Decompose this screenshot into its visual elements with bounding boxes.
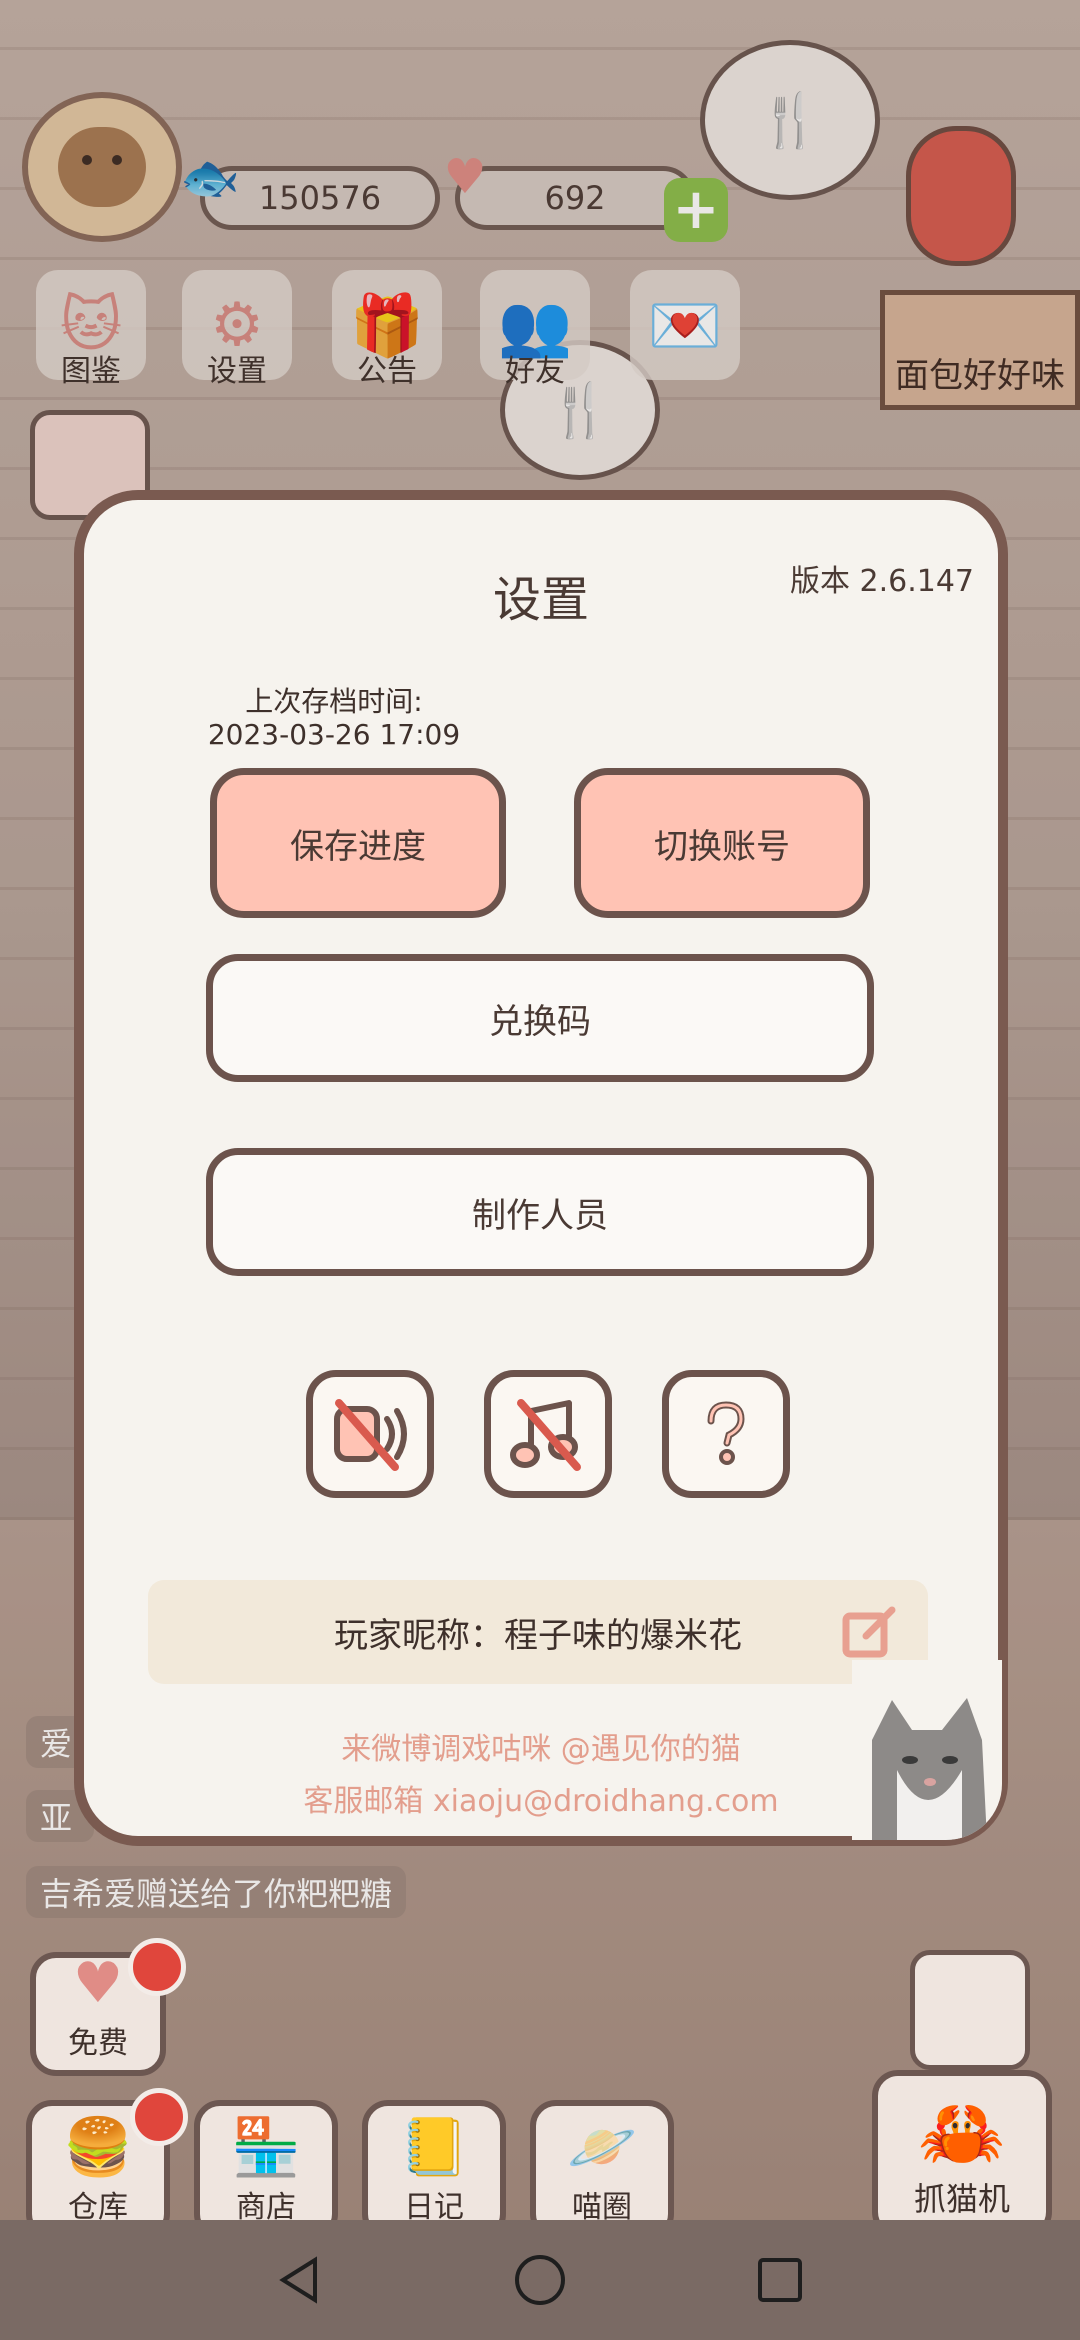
home-icon[interactable] [510, 2250, 570, 2310]
music-toggle-button[interactable] [484, 1370, 612, 1498]
music-muted-icon [510, 1399, 581, 1471]
claw-machine-button[interactable]: 🦀 抓猫机 [872, 2070, 1052, 2238]
free-label: 免费 [68, 2026, 128, 2061]
version-text: 版本 2.6.147 [789, 564, 974, 599]
sound-toggle-button[interactable] [306, 1370, 434, 1498]
question-mark-icon [707, 1401, 745, 1465]
cat-photo [852, 1660, 1002, 1840]
shop-button[interactable]: 🏪 商店 [194, 2100, 338, 2240]
back-icon[interactable] [270, 2250, 330, 2310]
recents-icon[interactable] [750, 2250, 810, 2310]
edit-icon[interactable] [840, 1602, 900, 1662]
claw-machine-label: 抓猫机 [913, 2180, 1010, 2218]
system-navigation-bar [0, 2220, 1080, 2340]
heart-icon: ♥ [72, 1951, 124, 2016]
save-progress-button[interactable]: 保存进度 [210, 768, 506, 918]
switch-account-button[interactable]: 切换账号 [574, 768, 870, 918]
store-icon: 🏪 [231, 2115, 301, 2180]
nickname-field[interactable]: 玩家昵称：程子味的爆米花 [148, 1580, 928, 1684]
settings-dialog: 设置 版本 2.6.147 上次存档时间: 2023-03-26 17:09 保… [74, 490, 1008, 1846]
cat-planet-icon: 🪐 [567, 2115, 637, 2180]
redeem-code-button[interactable]: 兑换码 [206, 954, 874, 1082]
claw-top-icon [910, 1950, 1030, 2070]
diary-button[interactable]: 📒 日记 [362, 2100, 506, 2240]
credits-button[interactable]: 制作人员 [206, 1148, 874, 1276]
nickname-text: 玩家昵称：程子味的爆米花 [334, 1615, 742, 1656]
bun-icon: 🍔 [63, 2115, 133, 2180]
help-button[interactable] [662, 1370, 790, 1498]
cat-circle-button[interactable]: 🪐 喵圈 [530, 2100, 674, 2240]
notebook-icon: 📒 [399, 2115, 469, 2180]
last-save-time: 2023-03-26 17:09 [207, 718, 461, 751]
notification-badge [130, 2088, 188, 2146]
last-save-label: 上次存档时间: [245, 685, 423, 718]
claw-icon: 🦀 [918, 2092, 1006, 2174]
sound-muted-icon [334, 1399, 407, 1471]
notification-badge [128, 1938, 186, 1996]
